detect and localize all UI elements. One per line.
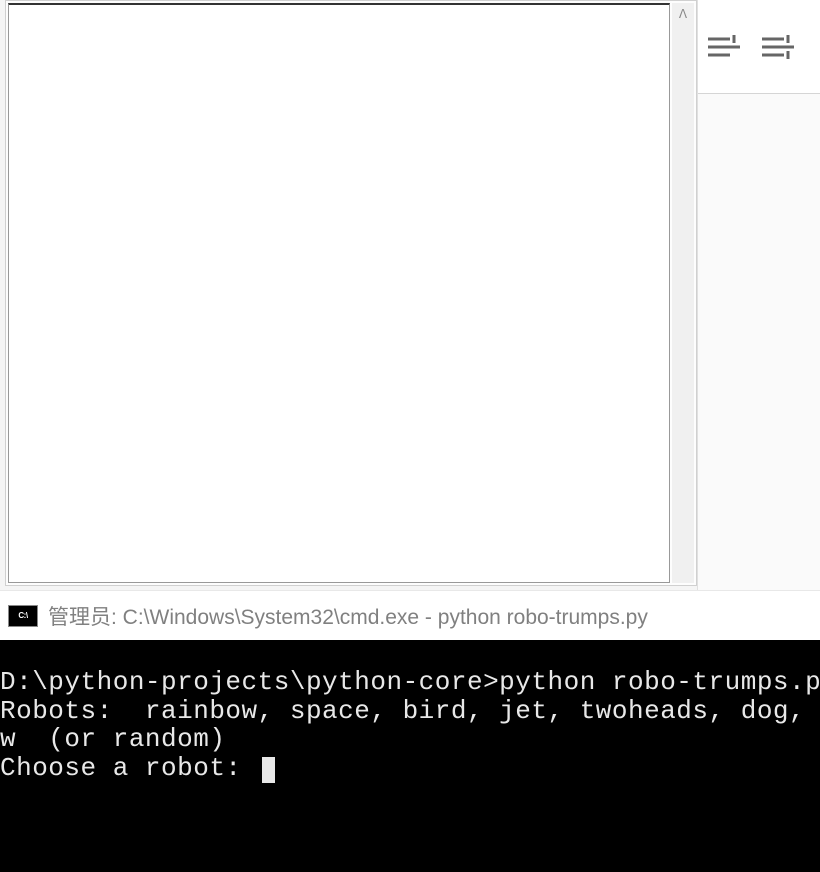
scroll-up-button[interactable]: ᐱ	[672, 3, 694, 25]
list-icon[interactable]	[708, 31, 740, 63]
top-area: ᐱ	[0, 0, 820, 590]
numbered-list-icon[interactable]	[762, 31, 794, 63]
cmd-icon: C:\	[8, 605, 38, 627]
right-toolbar	[698, 0, 820, 94]
terminal-line-3: w (or random)	[0, 724, 225, 754]
cmd-icon-label: C:\	[18, 611, 27, 620]
vertical-scrollbar[interactable]: ᐱ	[672, 3, 694, 583]
titlebar-text: 管理员: C:\Windows\System32\cmd.exe - pytho…	[48, 601, 648, 631]
terminal-prompt: Choose a robot:	[0, 753, 258, 783]
terminal-line-1: D:\python-projects\python-core>python ro…	[0, 667, 820, 697]
cmd-titlebar: C:\ 管理员: C:\Windows\System32\cmd.exe - p…	[0, 590, 820, 640]
terminal-cursor	[262, 757, 275, 783]
right-panel	[697, 0, 820, 590]
canvas-window: ᐱ	[5, 0, 697, 586]
terminal-output[interactable]: D:\python-projects\python-core>python ro…	[0, 640, 820, 872]
canvas-area[interactable]	[8, 3, 670, 583]
terminal-line-2: Robots: rainbow, space, bird, jet, twohe…	[0, 696, 820, 726]
